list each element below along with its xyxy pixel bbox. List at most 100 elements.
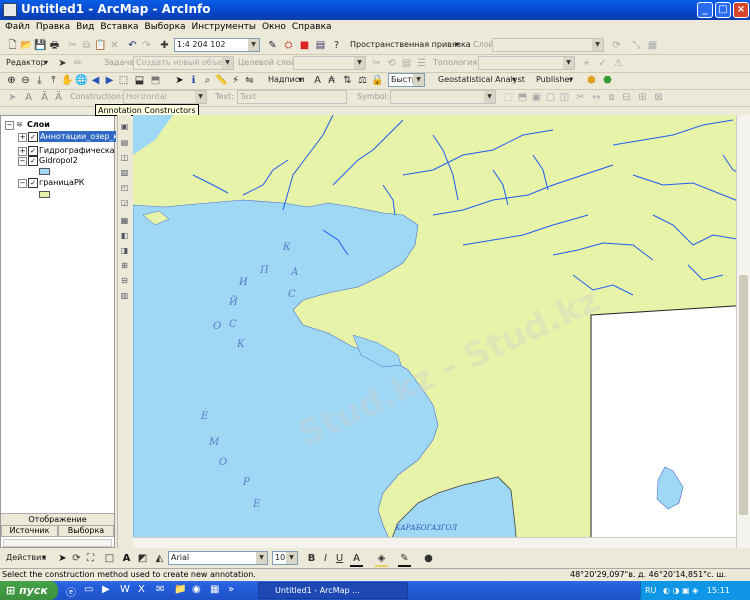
annotation-tool-2-icon[interactable]: ⬒ <box>516 91 529 104</box>
georef-dropdown-arrow[interactable]: ▾ <box>455 38 459 52</box>
open-icon[interactable]: 📂 <box>20 39 33 52</box>
quick-combo[interactable]: Быстро ▼ <box>388 73 425 87</box>
collapse-layer-icon[interactable]: − <box>18 157 27 166</box>
menu-edit[interactable]: Правка <box>36 22 70 32</box>
annotation-tool-3-icon[interactable]: ▣ <box>530 91 543 104</box>
text-field[interactable]: Text <box>237 90 347 104</box>
vtool-6-icon[interactable]: ◲ <box>119 197 130 208</box>
vtool-1-icon[interactable]: ▣ <box>119 121 130 132</box>
vtool-5-icon[interactable]: ◰ <box>119 182 130 193</box>
vtool-4-icon[interactable]: ▧ <box>119 167 130 178</box>
font-size-combo[interactable]: 10 ▼ <box>272 551 298 565</box>
start-button[interactable]: ⊞ пуск <box>0 581 58 600</box>
annotation-tool-8-icon[interactable]: ⧈ <box>605 91 618 104</box>
annotation-edit-icon[interactable]: ➤ <box>6 91 19 104</box>
quicklaunch-explorer-icon[interactable]: 📁 <box>174 584 186 595</box>
annotation-tool-6-icon[interactable]: ✂ <box>574 91 587 104</box>
save-icon[interactable]: 💾 <box>34 39 47 52</box>
toc-layer-boundary[interactable]: границаРК <box>39 177 84 188</box>
print-icon[interactable]: 🖶 <box>48 39 61 52</box>
follow-feature-icon[interactable]: Ã <box>38 91 51 104</box>
toc-layer-annotations[interactable]: Аннотации_озер_ка <box>39 131 116 142</box>
undo-icon[interactable]: ↶ <box>126 39 139 52</box>
actions-menu[interactable]: Действия <box>6 551 46 565</box>
quicklaunch-outlook-icon[interactable]: ✉ <box>156 584 164 595</box>
toolbox-icon[interactable]: ■ <box>298 39 311 52</box>
whats-this-icon[interactable]: ? <box>330 39 343 52</box>
vtool-3-icon[interactable]: ◫ <box>119 152 130 163</box>
hyperlink-icon[interactable]: ⚡ <box>229 74 242 87</box>
expand-layer-icon[interactable]: + <box>18 133 27 142</box>
close-button[interactable]: × <box>733 2 749 18</box>
map-vertical-scrollbar[interactable] <box>736 115 750 548</box>
layer-checkbox[interactable]: ✓ <box>28 178 38 188</box>
command-line-icon[interactable]: ▤ <box>314 39 327 52</box>
edit-tool-icon[interactable]: ➤ <box>56 57 69 70</box>
publisher-menu[interactable]: Publisher <box>536 73 573 87</box>
clear-selection-icon[interactable]: ⬓ <box>133 74 146 87</box>
label-manager-icon[interactable]: ₳ <box>325 74 338 87</box>
rectangle-icon[interactable]: □ <box>103 552 116 565</box>
annotation-tool-1-icon[interactable]: ⬚ <box>502 91 515 104</box>
tab-source[interactable]: Источник <box>1 525 58 537</box>
publisher-menu-arrow[interactable]: ▾ <box>569 73 573 87</box>
font-color-icon[interactable]: A <box>350 552 363 567</box>
rotate-icon[interactable]: ⟳ <box>610 39 623 52</box>
new-annotation-icon[interactable]: A <box>22 91 35 104</box>
tab-display[interactable]: Отображение <box>1 513 114 525</box>
label-tool-icon[interactable]: A <box>311 74 324 87</box>
measure-icon[interactable]: 📏 <box>215 74 228 87</box>
zoom-in-icon[interactable]: ⊕ <box>5 74 18 87</box>
lock-labels-icon[interactable]: 🔒 <box>371 74 384 87</box>
expand-layer-icon[interactable]: + <box>18 147 27 156</box>
annotation-tool-7-icon[interactable]: ↔ <box>590 91 603 104</box>
marker-color-icon[interactable]: ● <box>422 552 435 565</box>
copy-icon[interactable]: ⧉ <box>80 39 93 52</box>
fixed-zoom-out-icon[interactable]: ⤒ <box>47 74 60 87</box>
vtool-7-icon[interactable]: ▦ <box>119 215 130 226</box>
bold-button[interactable]: B <box>305 552 318 565</box>
menu-selection[interactable]: Выборка <box>145 22 186 32</box>
task-combo[interactable]: Создать новый объект ▼ <box>133 56 234 70</box>
unplaced-annotation-icon[interactable]: Ä <box>52 91 65 104</box>
underline-button[interactable]: U <box>333 552 346 565</box>
cut-icon[interactable]: ✂ <box>66 39 79 52</box>
tray-icons[interactable]: ◐ ◑ ▣ ◈ <box>663 586 698 595</box>
swipe-icon[interactable]: ⇋ <box>243 74 256 87</box>
back-extent-icon[interactable]: ◀ <box>89 74 102 87</box>
rotate-element-icon[interactable]: ⟳ <box>70 552 83 565</box>
new-icon[interactable]: 🗋 <box>6 39 19 52</box>
quicklaunch-desktop-icon[interactable]: ▭ <box>84 584 93 595</box>
rotate-tool-icon[interactable]: ⟲ <box>385 57 398 70</box>
actions-menu-arrow[interactable]: ▾ <box>42 551 46 565</box>
select-by-rect-icon[interactable]: ⬒ <box>149 74 162 87</box>
find-icon[interactable]: ⌕ <box>201 74 214 87</box>
quicklaunch-media-icon[interactable]: ▶ <box>102 584 110 595</box>
pan-icon[interactable]: ✋ <box>61 74 74 87</box>
toc-root-layers[interactable]: Слои <box>27 119 50 130</box>
vtool-8-icon[interactable]: ◧ <box>119 230 130 241</box>
layer-checkbox[interactable]: ✓ <box>28 146 38 156</box>
map-canvas[interactable]: К А С П И Й С К О Е М О Р Е КАРАБОГАЗГОЛ… <box>133 115 750 548</box>
label-priority-icon[interactable]: ⇅ <box>341 74 354 87</box>
shift-icon[interactable]: ⤡ <box>630 39 643 52</box>
fill-color-icon[interactable]: ◈ <box>375 552 388 567</box>
annotation-tool-11-icon[interactable]: ⊠ <box>652 91 665 104</box>
map-view[interactable]: К А С П И Й С К О Е М О Р Е КАРАБОГАЗГОЛ… <box>133 115 750 548</box>
fixed-zoom-in-icon[interactable]: ⤓ <box>33 74 46 87</box>
layer-checkbox[interactable]: ✓ <box>28 156 38 166</box>
target-layer-combo[interactable]: ▼ <box>293 56 366 70</box>
maximize-button[interactable]: □ <box>715 2 731 18</box>
menu-insert[interactable]: Вставка <box>100 22 138 32</box>
quicklaunch-word-icon[interactable]: W <box>120 584 130 595</box>
taskbar-arcmap-button[interactable]: Untitled1 - ArcMap ... <box>258 582 408 599</box>
vtool-9-icon[interactable]: ◨ <box>119 245 130 256</box>
quicklaunch-excel-icon[interactable]: X <box>138 584 145 595</box>
vtool-10-icon[interactable]: ⊞ <box>119 260 130 271</box>
topology-combo[interactable]: ▼ <box>478 56 575 70</box>
font-combo[interactable]: Arial ▼ <box>168 551 268 565</box>
tab-selection[interactable]: Выборка <box>58 525 114 537</box>
full-extent-icon[interactable]: 🌐 <box>75 74 88 87</box>
vtool-12-icon[interactable]: ▥ <box>119 290 130 301</box>
publisher-settings-icon[interactable]: ⬣ <box>601 74 614 87</box>
